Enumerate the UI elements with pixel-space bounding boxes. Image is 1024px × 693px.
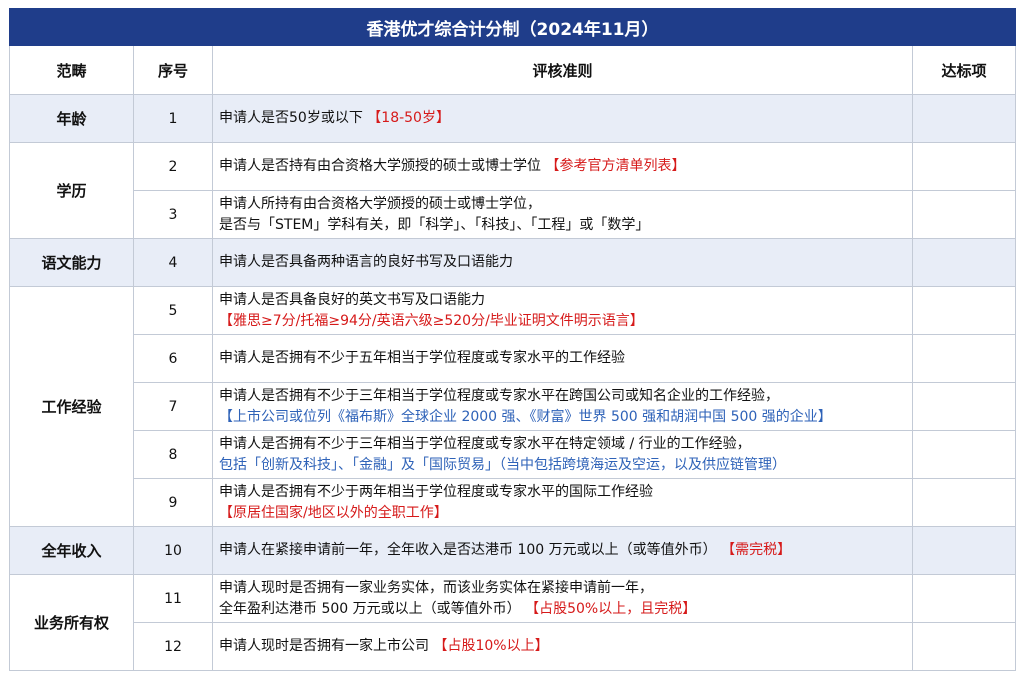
criteria-cell: 申请人现时是否拥有一家业务实体，而该业务实体在紧接申请前一年， 全年盈利达港币 … <box>212 574 913 623</box>
table-row: 6 申请人是否拥有不少于五年相当于学位程度或专家水平的工作经验 <box>10 334 1017 383</box>
header-row: 范畴 序号 评核准则 达标项 <box>9 45 1017 95</box>
criteria-note: 【18-50岁】 <box>367 110 450 126</box>
met-cell[interactable] <box>911 622 1017 671</box>
criteria-cell: 申请人是否拥有不少于三年相当于学位程度或专家水平在特定领域 / 行业的工作经验，… <box>212 430 913 479</box>
criteria-cell: 申请人是否具备良好的英文书写及口语能力 【雅思≥7分/托福≥94分/英语六级≥5… <box>212 286 913 335</box>
criteria-note: 【参考官方清单列表】 <box>545 158 686 174</box>
category-education: 学历 <box>9 142 134 239</box>
criteria-text: 申请人是否拥有不少于三年相当于学位程度或专家水平在特定领域 / 行业的工作经验， <box>219 435 751 452</box>
criteria-text: 申请人是否拥有不少于五年相当于学位程度或专家水平的工作经验 <box>219 350 625 366</box>
met-cell[interactable] <box>911 526 1017 575</box>
criteria-note: 【雅思≥7分/托福≥94分/英语六级≥520分/毕业证明文件明示语言】 <box>219 312 644 329</box>
met-cell[interactable] <box>911 334 1017 383</box>
criteria-cell: 申请人是否持有由合资格大学颁授的硕士或博士学位 【参考官方清单列表】 <box>212 142 913 191</box>
table-row: 业务所有权 11 申请人现时是否拥有一家业务实体，而该业务实体在紧接申请前一年，… <box>9 574 1017 671</box>
criteria-note: 【需完税】 <box>721 542 792 558</box>
met-cell[interactable] <box>911 238 1017 287</box>
met-cell[interactable] <box>911 478 1017 527</box>
category-annual-income: 全年收入 <box>9 526 134 575</box>
row-number: 9 <box>133 478 213 527</box>
met-cell[interactable] <box>911 94 1017 143</box>
table-row: 工作经验 5 申请人是否具备良好的英文书写及口语能力 【雅思≥7分/托福≥94分… <box>9 286 1017 527</box>
table-row: 7 申请人是否拥有不少于三年相当于学位程度或专家水平在跨国公司或知名企业的工作经… <box>10 382 1017 431</box>
category-business-ownership: 业务所有权 <box>9 574 134 671</box>
criteria-text-line2: 是否与「STEM」学科有关，即「科学」、「科技」、「工程」或「数学」 <box>219 216 650 233</box>
criteria-text: 申请人所持有由合资格大学颁授的硕士或博士学位， <box>219 195 541 212</box>
criteria-text: 申请人是否具备两种语言的良好书写及口语能力 <box>219 254 513 270</box>
scoring-table-container: 香港优才综合计分制（2024年11月） 范畴 序号 评核准则 达标项 年龄 1 … <box>8 8 1017 671</box>
row-number: 2 <box>133 142 213 191</box>
criteria-cell: 申请人在紧接申请前一年，全年收入是否达港币 100 万元或以上（或等值外币） 【… <box>212 526 913 575</box>
met-cell[interactable] <box>911 190 1017 239</box>
criteria-text: 申请人是否持有由合资格大学颁授的硕士或博士学位 <box>219 158 541 174</box>
criteria-text: 申请人是否50岁或以下 <box>219 110 363 126</box>
row-number: 4 <box>133 238 213 287</box>
criteria-cell: 申请人是否拥有不少于三年相当于学位程度或专家水平在跨国公司或知名企业的工作经验，… <box>212 382 913 431</box>
header-number: 序号 <box>133 45 213 95</box>
criteria-cell: 申请人是否拥有不少于五年相当于学位程度或专家水平的工作经验 <box>212 334 913 383</box>
scoring-table: 香港优才综合计分制（2024年11月） 范畴 序号 评核准则 达标项 年龄 1 … <box>8 8 1017 671</box>
table-row: 全年收入 10 申请人在紧接申请前一年，全年收入是否达港币 100 万元或以上（… <box>9 526 1017 575</box>
row-number: 5 <box>133 286 213 335</box>
table-row: 9 申请人是否拥有不少于两年相当于学位程度或专家水平的国际工作经验 【原居住国家… <box>10 478 1017 527</box>
criteria-cell: 申请人现时是否拥有一家上市公司 【占股10%以上】 <box>212 622 913 671</box>
met-cell[interactable] <box>911 382 1017 431</box>
row-number: 7 <box>133 382 213 431</box>
criteria-note: 【原居住国家/地区以外的全职工作】 <box>219 504 448 521</box>
met-cell[interactable] <box>911 430 1017 479</box>
header-criteria: 评核准则 <box>212 45 913 95</box>
criteria-text-line2: 全年盈利达港币 500 万元或以上（或等值外币） <box>219 600 521 617</box>
criteria-cell: 申请人所持有由合资格大学颁授的硕士或博士学位， 是否与「STEM」学科有关，即「… <box>212 190 913 239</box>
criteria-cell: 申请人是否拥有不少于两年相当于学位程度或专家水平的国际工作经验 【原居住国家/地… <box>212 478 913 527</box>
criteria-cell: 申请人是否具备两种语言的良好书写及口语能力 <box>212 238 913 287</box>
table-row: 学历 2 申请人是否持有由合资格大学颁授的硕士或博士学位 【参考官方清单列表】 <box>9 142 1017 239</box>
criteria-text: 申请人现时是否拥有一家业务实体，而该业务实体在紧接申请前一年， <box>219 579 653 596</box>
criteria-text: 申请人现时是否拥有一家上市公司 <box>219 638 429 654</box>
row-number: 6 <box>133 334 213 383</box>
table-title: 香港优才综合计分制（2024年11月） <box>8 8 1017 46</box>
table-row: 12 申请人现时是否拥有一家上市公司 【占股10%以上】 <box>10 622 1017 671</box>
table-row: 年龄 1 申请人是否50岁或以下 【18-50岁】 <box>9 94 1017 143</box>
criteria-note: 【占股10%以上】 <box>433 638 549 654</box>
criteria-note: 【占股50%以上，且完税】 <box>525 600 697 617</box>
met-cell[interactable] <box>911 286 1017 335</box>
row-number: 10 <box>133 526 213 575</box>
criteria-cell: 申请人是否50岁或以下 【18-50岁】 <box>212 94 913 143</box>
table-row: 3 申请人所持有由合资格大学颁授的硕士或博士学位， 是否与「STEM」学科有关，… <box>10 190 1017 239</box>
table-row: 语文能力 4 申请人是否具备两种语言的良好书写及口语能力 <box>9 238 1017 287</box>
row-number: 3 <box>133 190 213 239</box>
category-age: 年龄 <box>9 94 134 143</box>
criteria-text: 申请人是否拥有不少于两年相当于学位程度或专家水平的国际工作经验 <box>219 483 653 500</box>
met-cell[interactable] <box>911 574 1017 623</box>
category-language: 语文能力 <box>9 238 134 287</box>
criteria-text: 申请人在紧接申请前一年，全年收入是否达港币 100 万元或以上（或等值外币） <box>219 542 717 558</box>
row-number: 12 <box>133 622 213 671</box>
table-row: 8 申请人是否拥有不少于三年相当于学位程度或专家水平在特定领域 / 行业的工作经… <box>10 430 1017 479</box>
criteria-note: 【上市公司或位列《福布斯》全球企业 2000 强、《财富》世界 500 强和胡润… <box>219 408 832 425</box>
header-met: 达标项 <box>911 45 1017 95</box>
category-work-experience: 工作经验 <box>9 286 134 527</box>
criteria-note: 包括「创新及科技」、「金融」及「国际贸易」（当中包括跨境海运及空运，以及供应链管… <box>219 456 786 473</box>
row-number: 8 <box>133 430 213 479</box>
header-category: 范畴 <box>9 45 134 95</box>
criteria-text: 申请人是否具备良好的英文书写及口语能力 <box>219 291 485 308</box>
met-cell[interactable] <box>911 142 1017 191</box>
row-number: 11 <box>133 574 213 623</box>
criteria-text: 申请人是否拥有不少于三年相当于学位程度或专家水平在跨国公司或知名企业的工作经验， <box>219 387 779 404</box>
row-number: 1 <box>133 94 213 143</box>
